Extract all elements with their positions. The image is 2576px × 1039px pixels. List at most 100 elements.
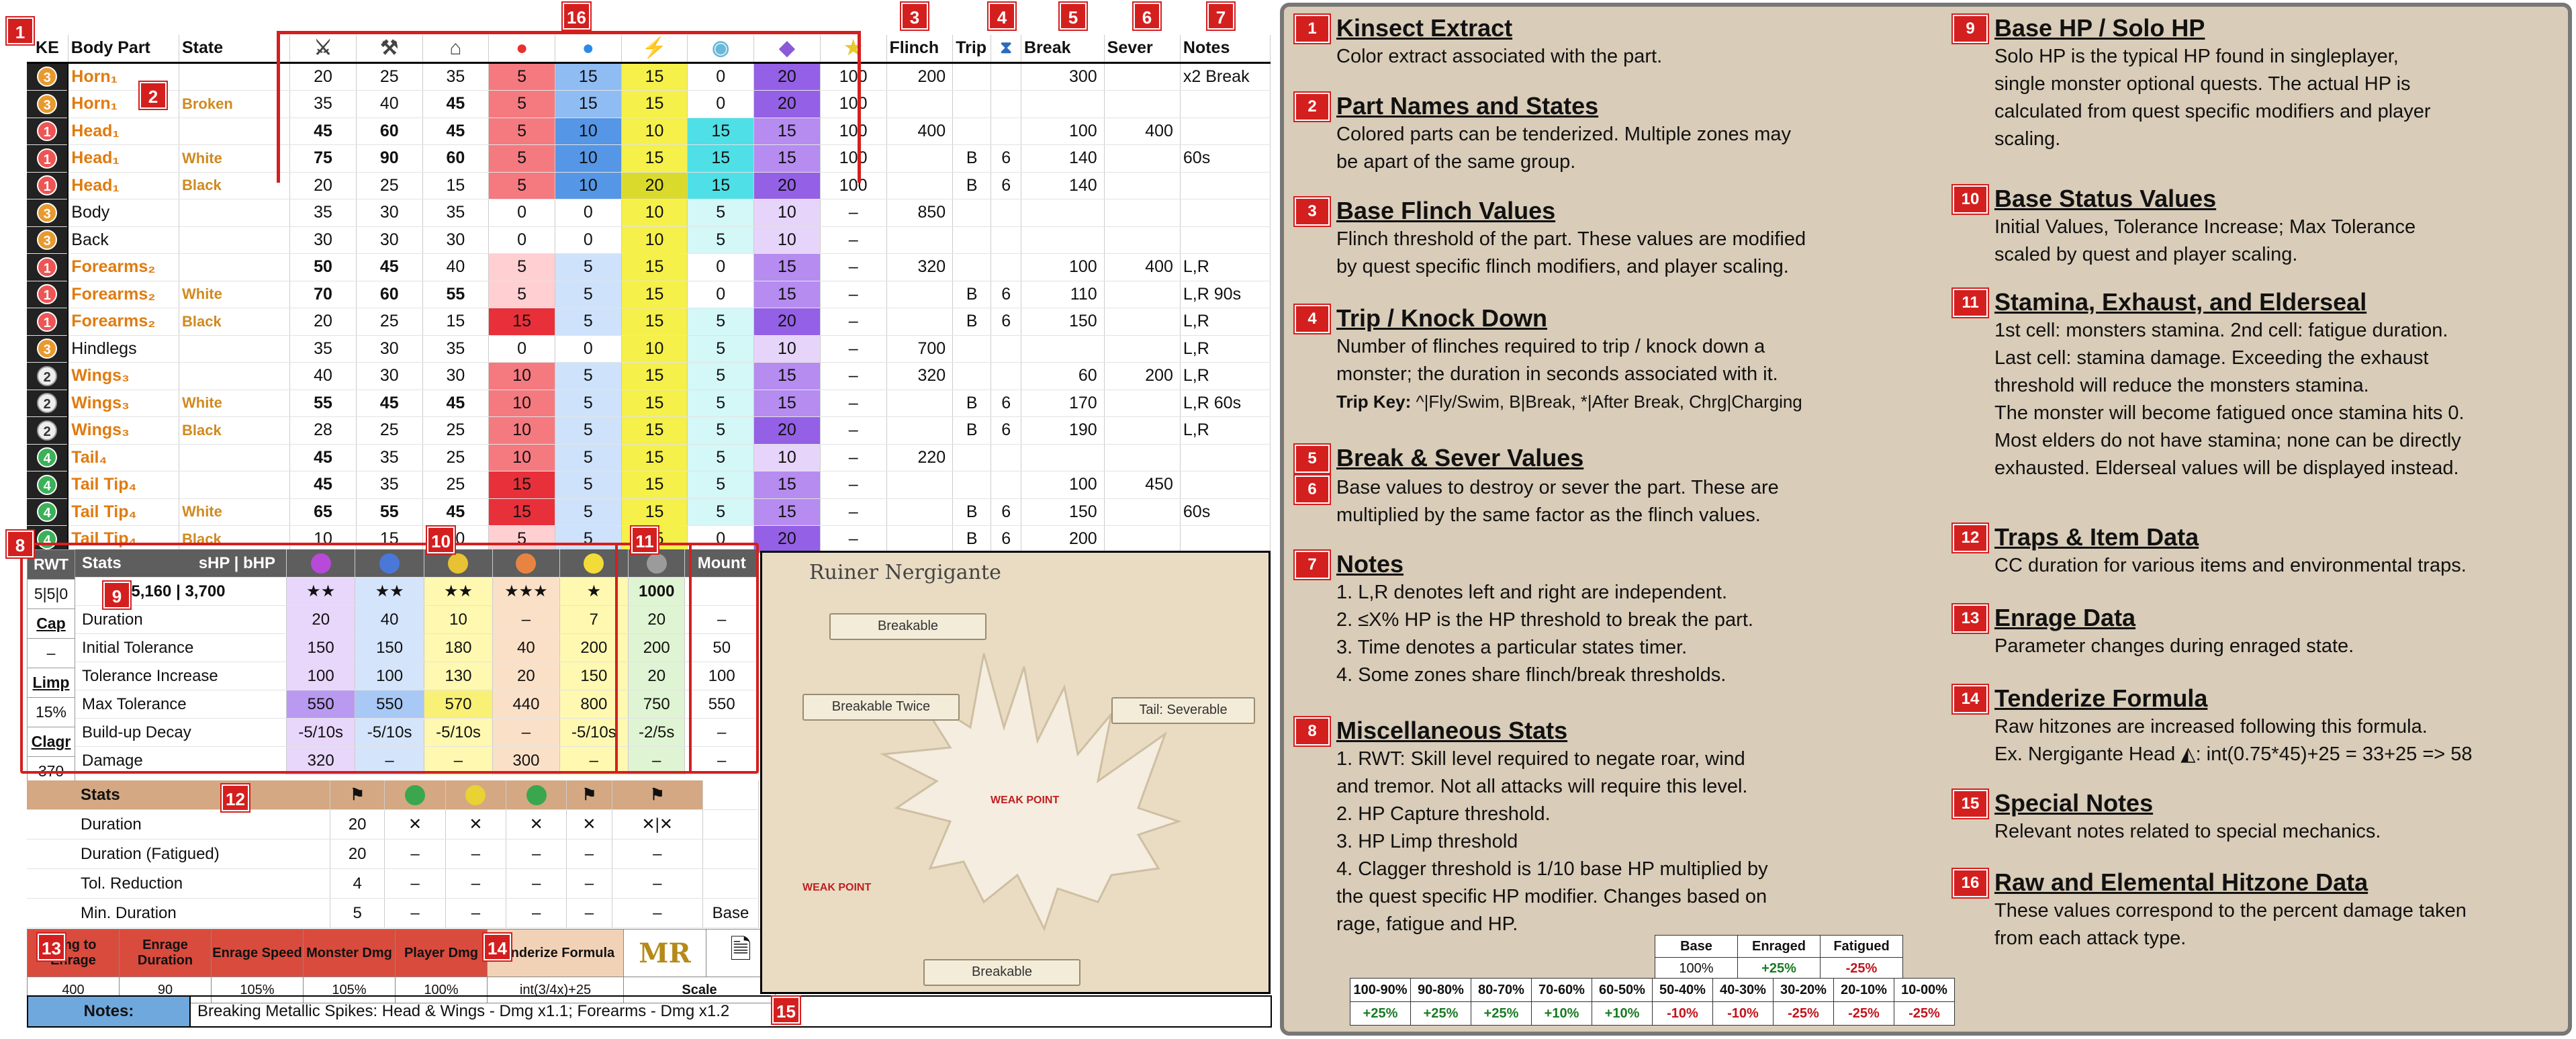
part-state [179, 253, 291, 281]
notes-value: L,R [1180, 362, 1271, 390]
legend-number: 13 [1951, 603, 1989, 634]
body-part-header: Body Part [68, 35, 179, 64]
hitzone-value: 5 [555, 390, 622, 417]
tag-2: 2 [138, 81, 168, 110]
hitzone-value: 20 [753, 416, 821, 445]
notes-value [1180, 444, 1271, 471]
legend-line: rage, fatigue and HP. [1336, 913, 1518, 935]
legend-line: 1st cell: monsters stamina. 2nd cell: fa… [1994, 320, 2448, 341]
legend-line: scaling. [1994, 128, 2061, 150]
legend-line: the quest specific HP modifier. Changes … [1336, 886, 1767, 907]
env-trap-icon: ⚑ [612, 780, 704, 810]
hitzone-value: 35 [422, 62, 490, 91]
legend-line: exhausted. Elderseal values will be disp… [1994, 457, 2459, 479]
flash-pod-icon: ⚑ [330, 780, 385, 810]
hitzone-value: 60 [356, 281, 423, 308]
notes-value: L,R [1180, 416, 1271, 445]
part-state: White [179, 144, 291, 173]
hitzone-value: 15 [555, 62, 622, 91]
legend-line: Most elders do not have stamina; none ca… [1994, 430, 2461, 451]
hitzone-value: – [820, 444, 887, 471]
sever-value: 400 [1104, 118, 1181, 145]
flinch-value: 320 [886, 253, 954, 281]
trip-value: B [952, 498, 992, 526]
sever-value [1104, 281, 1181, 308]
hitzone-value: 100 [820, 62, 887, 91]
part-name: Tail Tip₄ [68, 471, 179, 499]
hitzone-value: 30 [356, 362, 423, 390]
hp-modifier-table: 100-90% 90-80% 80-70% 70-60% 60-50% 50-40% 40-… [1350, 978, 1955, 1026]
legend-number: 12 [1951, 523, 1989, 553]
trap-value: – [566, 868, 612, 899]
trip-duration [991, 362, 1022, 390]
enrage-header: Enrage Speed [211, 929, 304, 977]
hitzone-value: 15 [621, 308, 688, 336]
legend-line: 1. L,R denotes left and right are indepe… [1336, 582, 1728, 603]
shock-trap-icon [384, 780, 446, 810]
legend-line: and tremor. Not all attacks will require… [1336, 776, 1748, 797]
hitzone-value: 0 [555, 226, 622, 254]
ke-cell: 4 [27, 444, 69, 471]
trip-value [952, 362, 992, 390]
hitzone-value: 15 [621, 444, 688, 471]
hitzone-row: 1 Forearms₂ 50 45 40 5 5 15 0 15–320 100 400 L,R [27, 253, 1271, 281]
sever-value [1104, 525, 1181, 553]
hitzone-value: 0 [488, 199, 555, 227]
trap-value: – [445, 898, 507, 928]
hitzone-value: 45 [356, 253, 423, 281]
hitzone-value: 15 [621, 144, 688, 173]
hitzone-value: 15 [621, 416, 688, 445]
trap-table: Stats ⚑ ⚑ ⚑ Duration 20 ✕ ✕ ✕ ✕ ✕|✕ Duration (F… [27, 780, 759, 928]
enrage-header: Enrage Duration [119, 929, 212, 977]
legend-number: 4 [1293, 304, 1331, 334]
hitzone-value: 65 [289, 498, 357, 526]
hitzone-value: – [820, 199, 887, 227]
hitzone-value: 20 [621, 172, 688, 199]
flinch-header: Flinch [886, 35, 954, 64]
ke-cell: 2 [27, 362, 69, 390]
hitzone-row: 1 Forearms₂ Black 20 25 15 15 5 15 5 20– B 6 150 L,R [27, 308, 1271, 336]
part-name: Tail Tip₄ [68, 498, 179, 526]
break-value: 170 [1021, 390, 1105, 417]
stamina-box [615, 543, 692, 774]
hp-range-value: -25% [1773, 1001, 1834, 1026]
legend-line: Parameter changes during enraged state. [1994, 635, 2354, 657]
state-header: Base [1655, 935, 1738, 958]
state-header: State [179, 35, 291, 64]
hitzone-value: 15 [753, 281, 821, 308]
legend-item-14: 14 Tenderize Formula Raw hitzones are incr… [1951, 684, 2572, 768]
trip-value [952, 444, 992, 471]
hitzone-value: 15 [422, 172, 490, 199]
legend-item-9: 9 Base HP / Solo HP Solo HP is the typical… [1951, 13, 2572, 153]
part-state: Broken [179, 90, 291, 118]
break-value: 150 [1021, 498, 1105, 526]
sever-header: Sever [1104, 35, 1181, 64]
hitzone-value: 90 [356, 144, 423, 173]
hitzone-value: 5 [687, 444, 755, 471]
hitzone-value: 5 [488, 90, 555, 118]
trip-value: B [952, 281, 992, 308]
hp-range-value: +25% [1471, 1001, 1532, 1026]
hitzone-value: 10 [753, 226, 821, 254]
break-value: 100 [1021, 118, 1105, 145]
bramble-icon: ⚑ [566, 780, 612, 810]
sever-value [1104, 498, 1181, 526]
notes-value [1180, 118, 1271, 145]
hitzone-arrow-right [858, 31, 861, 183]
hitzone-value: 25 [356, 62, 423, 91]
tag-14: 14 [482, 932, 512, 962]
sever-value [1104, 308, 1181, 336]
tag-1: 1 [5, 16, 35, 46]
break-value [1021, 199, 1105, 227]
hitzone-value: 75 [289, 144, 357, 173]
state-value: +25% [1737, 957, 1821, 980]
hitzone-value: 100 [820, 144, 887, 173]
ke-cell: 1 [27, 281, 69, 308]
kinsect-extract-dot: 1 [37, 121, 58, 142]
trap-value: – [566, 839, 612, 869]
hp-range-header: 20-10% [1833, 978, 1894, 1002]
trap-value: – [506, 898, 567, 928]
kinsect-extract-dot: 1 [37, 284, 58, 305]
notes-value [1180, 471, 1271, 499]
part-name: Forearms₂ [68, 281, 179, 308]
